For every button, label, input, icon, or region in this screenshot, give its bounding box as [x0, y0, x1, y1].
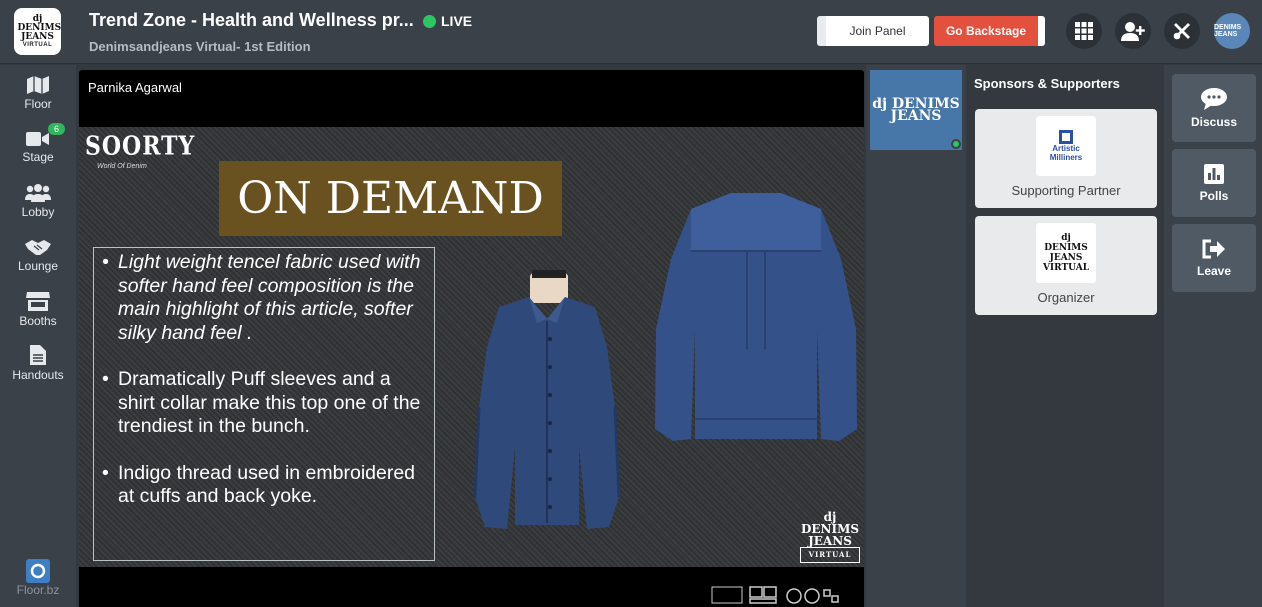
- people-icon: [25, 183, 51, 202]
- floorbz-logo-icon: [26, 559, 50, 583]
- nav-lounge-label: Lounge: [17, 258, 59, 273]
- nav-booths[interactable]: Booths: [0, 283, 76, 335]
- document-icon: [30, 344, 46, 365]
- slide-brand-tagline: World Of Denim: [97, 163, 147, 170]
- organizer-card[interactable]: dj DENIMS JEANS VIRTUAL Organizer: [975, 216, 1157, 315]
- shirt-back-image: [655, 193, 857, 441]
- speaker-name: Parnika Agarwal: [88, 80, 182, 95]
- right-action-panel: Discuss Polls Leave: [1164, 65, 1262, 607]
- sponsors-panel: Sponsors & Supporters Artistic Milliners…: [966, 65, 1164, 607]
- poll-icon: [1204, 163, 1224, 184]
- sponsor-logo-text: Artistic Milliners: [1049, 144, 1083, 162]
- event-logo-text: dj DENIMS JEANS: [17, 13, 62, 42]
- slide-bullet: Light weight tencel fabric used with sof…: [102, 251, 428, 345]
- stage-count-badge: 6: [48, 123, 66, 135]
- floorbz-branding[interactable]: Floor.bz: [0, 559, 76, 597]
- nav-floor[interactable]: Floor: [0, 67, 76, 119]
- sponsor-logo: Artistic Milliners: [1036, 116, 1096, 176]
- nav-handouts-label: Handouts: [12, 367, 64, 382]
- nav-lobby-label: Lobby: [21, 204, 55, 219]
- stage-video[interactable]: Parnika Agarwal SOORTY World Of Denim ON…: [79, 70, 864, 607]
- slide-brand: SOORTY: [85, 130, 196, 162]
- join-panel-button[interactable]: Join Panel: [817, 16, 929, 46]
- artistic-milliners-logo-icon: [1059, 130, 1073, 144]
- polls-label: Polls: [1199, 188, 1229, 203]
- nav-booths-label: Booths: [19, 313, 57, 328]
- event-logo-subtext: VIRTUAL: [22, 41, 53, 48]
- organizer-logo-text: dj DENIMS JEANS VIRTUAL: [1042, 233, 1090, 273]
- go-backstage-button[interactable]: Go Backstage: [934, 16, 1045, 46]
- event-subtitle: Denimsandjeans Virtual- 1st Edition: [89, 39, 311, 54]
- live-label: LIVE: [441, 13, 473, 29]
- layout-single-icon[interactable]: [711, 586, 743, 604]
- video-camera-icon: [26, 131, 49, 146]
- polls-button[interactable]: Polls: [1172, 149, 1256, 217]
- discuss-button[interactable]: Discuss: [1172, 74, 1256, 142]
- nav-stage-label: Stage: [22, 149, 54, 164]
- map-icon: [27, 75, 49, 94]
- organizer-logo: dj DENIMS JEANS VIRTUAL: [1036, 223, 1096, 283]
- participant-thumbnail[interactable]: dj DENIMS JEANS: [870, 70, 962, 150]
- slide-bullet: Indigo thread used in embroidered at cuf…: [102, 462, 428, 509]
- nav-lounge[interactable]: Lounge: [0, 229, 76, 281]
- user-avatar[interactable]: DENIMS JEANS: [1214, 13, 1250, 49]
- sponsors-title: Sponsors & Supporters: [974, 76, 1120, 91]
- slide-watermark-bottom: VIRTUAL: [800, 547, 860, 563]
- participant-column: dj DENIMS JEANS: [866, 65, 966, 607]
- chat-icon: [1201, 87, 1227, 110]
- event-logo[interactable]: dj DENIMS JEANS VIRTUAL: [14, 8, 61, 55]
- left-navigation: Floor Stage 6 Lobby Lounge Booths Handou…: [0, 65, 76, 607]
- handshake-icon: [25, 239, 51, 255]
- layout-split-icon[interactable]: [749, 586, 779, 604]
- slide-bullet-box: Light weight tencel fabric used with sof…: [93, 247, 435, 561]
- sponsor-card[interactable]: Artistic Milliners Supporting Partner: [975, 109, 1157, 208]
- tools-icon[interactable]: [1164, 13, 1200, 49]
- exit-icon: [1202, 239, 1225, 258]
- floorbz-label: Floor.bz: [16, 583, 60, 597]
- slide-bullet: Dramatically Puff sleeves and a shirt co…: [102, 368, 428, 439]
- shirt-front-image: [473, 270, 621, 529]
- presentation-slide: SOORTY World Of Denim ON DEMAND Light we…: [79, 127, 864, 567]
- discuss-label: Discuss: [1190, 114, 1238, 129]
- slide-watermark-top: dj DENIMS JEANS: [800, 510, 860, 548]
- leave-button[interactable]: Leave: [1172, 224, 1256, 292]
- nav-handouts[interactable]: Handouts: [0, 337, 76, 389]
- apps-grid-icon[interactable]: [1066, 13, 1102, 49]
- leave-label: Leave: [1196, 263, 1232, 278]
- nav-stage[interactable]: Stage 6: [0, 121, 76, 173]
- session-title: Trend Zone - Health and Wellness pr...: [89, 10, 414, 30]
- organizer-label: Organizer: [1037, 290, 1095, 305]
- layout-circles-icon[interactable]: [785, 586, 841, 604]
- add-user-icon[interactable]: [1115, 13, 1151, 49]
- slide-heading: ON DEMAND: [219, 161, 562, 236]
- slide-watermark-logo: dj DENIMS JEANS VIRTUAL: [800, 511, 860, 563]
- online-status-dot: [951, 139, 961, 149]
- live-dot-icon: [423, 14, 436, 28]
- store-icon: [26, 291, 50, 311]
- top-bar: dj DENIMS JEANS VIRTUAL Trend Zone - Hea…: [0, 0, 1262, 64]
- nav-lobby[interactable]: Lobby: [0, 175, 76, 227]
- stage-layout-controls: [711, 586, 841, 604]
- sponsor-label: Supporting Partner: [1011, 183, 1121, 198]
- live-indicator: LIVE: [423, 13, 472, 29]
- nav-floor-label: Floor: [24, 96, 52, 111]
